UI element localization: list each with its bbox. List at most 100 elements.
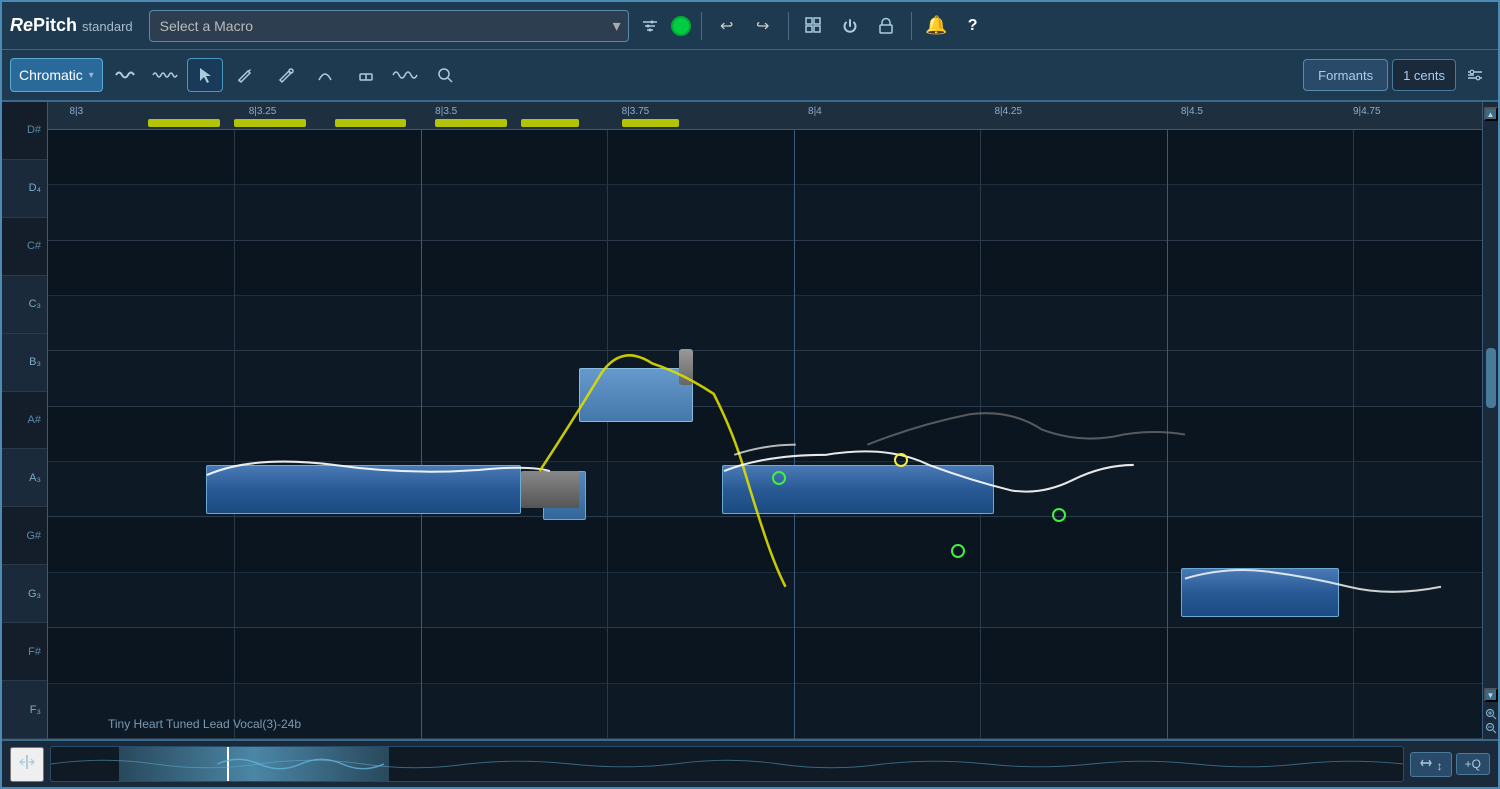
- split-button[interactable]: [10, 747, 44, 782]
- second-toolbar: Chromatic ▾: [2, 50, 1498, 102]
- piano-key-c3: C₃: [2, 276, 47, 334]
- scroll-thumb[interactable]: [1486, 348, 1496, 408]
- bottom-strip: ↕ +Q: [2, 739, 1498, 787]
- curve-tool-button[interactable]: [307, 58, 343, 92]
- power-button[interactable]: [835, 11, 865, 41]
- grid-area: 8|3 8|3.25 8|3.5 8|3.75 8|4 8|4.25 8|4.5…: [48, 102, 1482, 739]
- status-indicator: [671, 16, 691, 36]
- timeline-highlight-3: [335, 119, 407, 127]
- piano-key-b3: B₃: [2, 334, 47, 392]
- vibrato-button[interactable]: [147, 58, 183, 92]
- timeline-highlight-1: [148, 119, 220, 127]
- divider-3: [911, 12, 912, 40]
- lock-button[interactable]: [871, 11, 901, 41]
- chromatic-selector[interactable]: Chromatic ▾: [10, 58, 103, 92]
- timeline-highlight-2: [234, 119, 306, 127]
- zoom-fit-button[interactable]: ↕: [1410, 752, 1451, 777]
- timeline-marker-7: 8|4.5: [1181, 106, 1203, 117]
- note-1[interactable]: [206, 465, 521, 514]
- waveform-svg: [51, 747, 1403, 781]
- chromatic-label: Chromatic: [19, 67, 83, 83]
- row-ds: [48, 130, 1482, 185]
- chromatic-chevron: ▾: [89, 70, 94, 81]
- eraser-tool-button[interactable]: [347, 58, 383, 92]
- piano-key-fs: F#: [2, 623, 47, 681]
- timeline-highlight-5: [521, 119, 578, 127]
- cents-display: 1 cents: [1392, 59, 1456, 91]
- piano-key-ds: D#: [2, 102, 47, 160]
- zoom-icon: [1484, 707, 1498, 721]
- timeline-marker-4: 8|3.75: [622, 106, 650, 117]
- zoom-minus-icon: [1484, 721, 1498, 735]
- v-line-3: [607, 130, 608, 739]
- v-line-2: [421, 130, 422, 739]
- row-as: [48, 407, 1482, 462]
- note-5[interactable]: [1181, 568, 1339, 617]
- pointer-tool-button[interactable]: [187, 58, 223, 92]
- piano-key-as: A#: [2, 392, 47, 450]
- piano-key-d4: D₄: [2, 160, 47, 218]
- wave-tool-button[interactable]: [387, 58, 423, 92]
- timeline-marker-1: 8|3: [70, 106, 84, 117]
- piano-key-gs: G#: [2, 507, 47, 565]
- macro-select[interactable]: Select a Macro: [149, 10, 629, 42]
- help-button[interactable]: ?: [958, 11, 988, 41]
- formants-button[interactable]: Formants: [1303, 59, 1388, 91]
- app-title: RePitch standard: [10, 15, 133, 36]
- timeline-marker-3: 8|3.5: [435, 106, 457, 117]
- scroll-track: [1486, 124, 1496, 685]
- main-area: D# D₄ C# C₃ B₃ A# A₃ G# G₃ F# F₃ 8|3 8|3…: [2, 102, 1498, 739]
- zoom-in-button[interactable]: +Q: [1456, 753, 1490, 775]
- redo-button[interactable]: ↪: [748, 11, 778, 41]
- pencil-tool-button[interactable]: [227, 58, 263, 92]
- timeline-marker-6: 8|4.25: [994, 106, 1022, 117]
- row-d4: [48, 185, 1482, 240]
- note-4[interactable]: [722, 465, 994, 514]
- gray-note-1[interactable]: [521, 471, 578, 508]
- piano-key-a3: A₃: [2, 449, 47, 507]
- waveform-strip[interactable]: [50, 746, 1404, 782]
- timeline-marker-5: 8|4: [808, 106, 822, 117]
- undo-button[interactable]: ↩: [712, 11, 742, 41]
- piano-roll[interactable]: Tiny Heart Tuned Lead Vocal(3)-24b: [48, 130, 1482, 739]
- macro-select-wrapper: Select a Macro: [149, 10, 629, 42]
- grid-button[interactable]: [799, 11, 829, 41]
- filter-button[interactable]: [635, 11, 665, 41]
- row-c3: [48, 296, 1482, 351]
- pitch-circle-green-3[interactable]: [1052, 508, 1066, 522]
- timeline-marker-8: 9|4.75: [1353, 106, 1381, 117]
- timeline-marker-2: 8|3.25: [249, 106, 277, 117]
- v-line-7: [1353, 130, 1354, 739]
- timeline-highlight-4: [435, 119, 507, 127]
- right-scrollbar[interactable]: ▲ ▼: [1482, 102, 1498, 739]
- track-label: Tiny Heart Tuned Lead Vocal(3)-24b: [108, 717, 301, 731]
- pitch-circle-yellow-1[interactable]: [894, 453, 908, 467]
- piano-key-f3: F₃: [2, 681, 47, 739]
- timeline-highlight-6: [622, 119, 679, 127]
- row-b3: [48, 351, 1482, 406]
- piano-labels: D# D₄ C# C₃ B₃ A# A₃ G# G₃ F# F₃: [2, 102, 48, 739]
- alert-button[interactable]: 🔔: [922, 11, 952, 41]
- piano-key-g3: G₃: [2, 565, 47, 623]
- extra-settings-button[interactable]: [1460, 60, 1490, 90]
- note-3[interactable]: [579, 368, 694, 423]
- divider-2: [788, 12, 789, 40]
- scroll-down-button[interactable]: ▼: [1484, 688, 1498, 702]
- top-toolbar: RePitch standard Select a Macro ↩ ↪: [2, 2, 1498, 50]
- paint-tool-button[interactable]: [267, 58, 303, 92]
- timeline: 8|3 8|3.25 8|3.5 8|3.75 8|4 8|4.25 8|4.5…: [48, 102, 1482, 130]
- row-fs: [48, 628, 1482, 683]
- piano-key-cs: C#: [2, 218, 47, 276]
- scroll-up-button[interactable]: ▲: [1484, 107, 1498, 121]
- row-cs: [48, 241, 1482, 296]
- divider-1: [701, 12, 702, 40]
- bottom-right-controls: ↕ +Q: [1410, 752, 1490, 777]
- v-line-5: [980, 130, 981, 739]
- tune-handle-1[interactable]: [679, 349, 693, 385]
- v-line-6: [1167, 130, 1168, 739]
- v-line-1: [234, 130, 235, 739]
- v-line-4: [794, 130, 795, 739]
- row-gs: [48, 518, 1482, 573]
- search-button[interactable]: [427, 58, 463, 92]
- tune-mode-button[interactable]: [107, 58, 143, 92]
